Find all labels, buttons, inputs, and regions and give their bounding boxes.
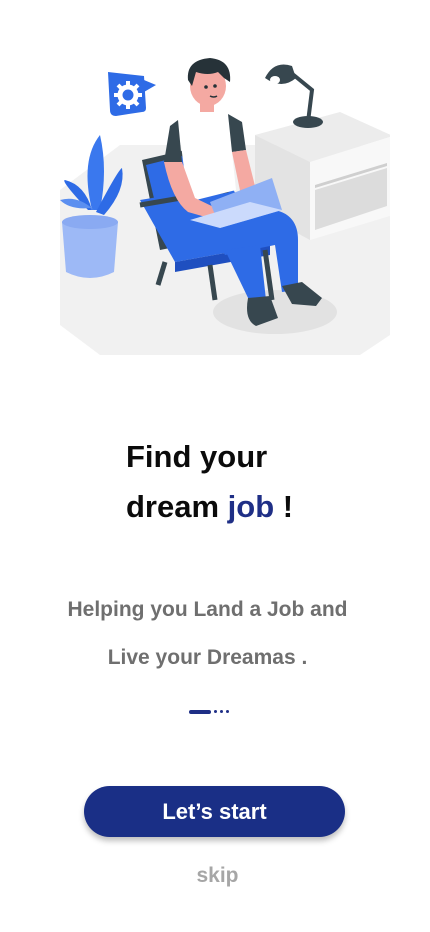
title-line-2: dream job ! [126,482,366,532]
gear-icon [108,72,156,116]
subtitle-line-2: Live your Dreamas . [107,646,308,669]
page-indicator [189,709,229,714]
title-prefix: dream [126,489,220,524]
subtitle: Helping you Land a Job and Live your Dre… [0,586,415,682]
title-line-1: Find your [126,439,268,474]
title-highlight: job [227,489,275,524]
page-title: Find your dream job ! [126,432,366,532]
hero-illustration [60,58,390,355]
skip-link[interactable]: skip [0,864,430,888]
page-indicator-active [189,709,211,714]
page-indicator-dot [214,710,217,713]
subtitle-line-1: Helping you Land a Job and [67,598,348,621]
page-indicator-dot [220,710,223,713]
lamp-bulb [270,76,280,84]
lamp-shade [265,64,296,84]
page-indicator-dot [226,710,229,713]
lets-start-button[interactable]: Let’s start [84,786,345,837]
title-suffix: ! [282,489,294,524]
